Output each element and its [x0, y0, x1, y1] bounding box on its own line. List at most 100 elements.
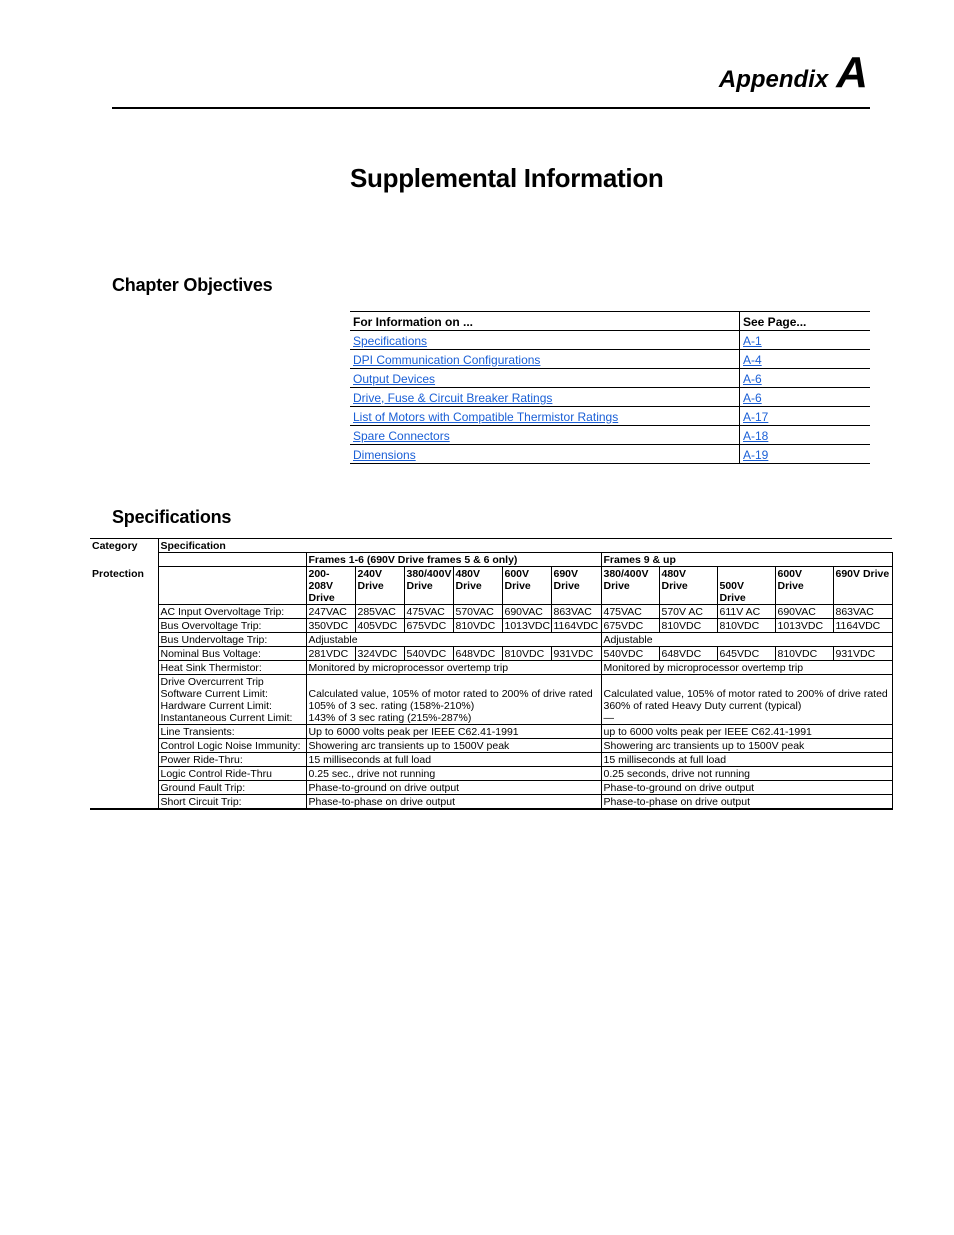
spec-value: 931VDC [832, 646, 893, 661]
objectives-table: For Information on ... See Page... Speci… [350, 311, 870, 464]
spec-label: Ground Fault Trip: [157, 780, 307, 795]
appendix-letter: A [836, 48, 868, 97]
toc-page-link[interactable]: A-18 [743, 429, 768, 443]
table-row: Drive, Fuse & Circuit Breaker Ratings A-6 [350, 387, 870, 407]
spec-value: 611V AC [716, 604, 776, 619]
group-frames-1-6: Frames 1-6 (690V Drive frames 5 & 6 only… [305, 552, 602, 567]
table-row: Power Ride-Thru: 15 milliseconds at full… [90, 752, 893, 767]
toc-link-specifications[interactable]: Specifications [353, 334, 427, 348]
table-row: Ground Fault Trip: Phase-to-ground on dr… [90, 780, 893, 795]
table-row: Bus Overvoltage Trip: 350VDC 405VDC 675V… [90, 618, 893, 633]
spec-value: 281VDC [305, 646, 356, 661]
spec-label: Drive Overcurrent Trip Software Current … [157, 674, 307, 725]
spec-value: 810VDC [658, 618, 718, 633]
spec-value: 645VDC [716, 646, 776, 661]
spec-value: 405VDC [354, 618, 405, 633]
spec-value: Showering arc transients up to 1500V pea… [305, 738, 602, 753]
drive-header: 380/400V Drive [403, 566, 454, 605]
table-row: Line Transients: Up to 6000 volts peak p… [90, 724, 893, 739]
spec-value: Calculated value, 105% of motor rated to… [305, 674, 602, 725]
toc-page-link[interactable]: A-6 [743, 391, 762, 405]
toc-link-dpi-communication[interactable]: DPI Communication Configurations [353, 353, 540, 367]
spec-label: Heat Sink Thermistor: [157, 660, 307, 675]
category-protection: Protection [90, 566, 159, 605]
table-row: List of Motors with Compatible Thermisto… [350, 406, 870, 426]
drive-header-row: Protection 200-208V Drive 240V Drive 380… [90, 566, 893, 605]
toc-link-motors-thermistor[interactable]: List of Motors with Compatible Thermisto… [353, 410, 618, 424]
col-info-header: For Information on ... [350, 311, 740, 331]
spec-label: Line Transients: [157, 724, 307, 739]
spec-label: Control Logic Noise Immunity: [157, 738, 307, 753]
spec-value: 1164VDC [550, 618, 602, 633]
spec-value: 247VAC [305, 604, 356, 619]
table-row: Bus Undervoltage Trip: Adjustable Adjust… [90, 632, 893, 647]
spec-label: AC Input Overvoltage Trip: [157, 604, 307, 619]
spec-value: Phase-to-phase on drive output [305, 794, 602, 810]
spec-label: Nominal Bus Voltage: [157, 646, 307, 661]
col-category-header: Category [90, 538, 159, 553]
spec-value: 648VDC [452, 646, 503, 661]
spec-value: 675VDC [600, 618, 660, 633]
group-frames-9-up: Frames 9 & up [600, 552, 893, 567]
toc-link-output-devices[interactable]: Output Devices [353, 372, 435, 386]
drive-header: 200-208V Drive [305, 566, 356, 605]
drive-header: 600V Drive [774, 566, 834, 605]
toc-page-link[interactable]: A-6 [743, 372, 762, 386]
spec-value: 15 milliseconds at full load [305, 752, 602, 767]
drive-header: 600V Drive [501, 566, 552, 605]
table-row: Dimensions A-19 [350, 444, 870, 464]
col-specification-header: Specification [157, 538, 893, 553]
toc-link-dimensions[interactable]: Dimensions [353, 448, 416, 462]
spec-value: 810VDC [774, 646, 834, 661]
frame-group-row: Frames 1-6 (690V Drive frames 5 & 6 only… [90, 552, 893, 567]
spec-value: 863VAC [832, 604, 893, 619]
spec-value: 285VAC [354, 604, 405, 619]
spec-value: 350VDC [305, 618, 356, 633]
spec-value: Monitored by microprocessor overtemp tri… [600, 660, 893, 675]
header-rule [112, 107, 870, 109]
spec-value: 810VDC [452, 618, 503, 633]
table-row: Heat Sink Thermistor: Monitored by micro… [90, 660, 893, 675]
spec-value: 475VAC [600, 604, 660, 619]
spec-value: 675VDC [403, 618, 454, 633]
toc-page-link[interactable]: A-17 [743, 410, 768, 424]
spec-label: Power Ride-Thru: [157, 752, 307, 767]
drive-header: 380/400V Drive [600, 566, 660, 605]
drive-header: 480V Drive [452, 566, 503, 605]
spec-value: 1013VDC [501, 618, 552, 633]
spec-value: Phase-to-ground on drive output [600, 780, 893, 795]
spec-value: 324VDC [354, 646, 405, 661]
appendix-word: Appendix [718, 66, 829, 93]
spec-value: 931VDC [550, 646, 602, 661]
spec-label: Bus Overvoltage Trip: [157, 618, 307, 633]
specifications-table: Category Specification Frames 1-6 (690V … [90, 538, 893, 810]
table-row: AC Input Overvoltage Trip: 247VAC 285VAC… [90, 604, 893, 619]
spec-label: Short Circuit Trip: [157, 794, 307, 810]
spec-label: Logic Control Ride-Thru [157, 766, 307, 781]
drive-header: 690V Drive [832, 566, 893, 605]
spec-value: 810VDC [501, 646, 552, 661]
chapter-objectives-heading: Chapter Objectives [112, 275, 273, 295]
objectives-header-row: For Information on ... See Page... [350, 311, 870, 331]
toc-page-link[interactable]: A-4 [743, 353, 762, 367]
spec-value: 810VDC [716, 618, 776, 633]
spec-header-row: Category Specification [90, 538, 893, 553]
spec-value: Calculated value, 105% of motor rated to… [600, 674, 893, 725]
appendix-header: Appendix A [719, 48, 868, 98]
toc-link-drive-fuse-ratings[interactable]: Drive, Fuse & Circuit Breaker Ratings [353, 391, 552, 405]
spec-label: Bus Undervoltage Trip: [157, 632, 307, 647]
table-row: Control Logic Noise Immunity: Showering … [90, 738, 893, 753]
drive-header: 690V Drive [550, 566, 602, 605]
spec-value: 1164VDC [832, 618, 893, 633]
col-page-header: See Page... [739, 311, 870, 331]
spec-value: 570VAC [452, 604, 503, 619]
spec-value: Up to 6000 volts peak per IEEE C62.41-19… [305, 724, 602, 739]
toc-link-spare-connectors[interactable]: Spare Connectors [353, 429, 450, 443]
drive-header: 500V Drive [716, 566, 776, 605]
spec-value: 475VAC [403, 604, 454, 619]
page-title: Supplemental Information [350, 163, 664, 193]
spec-value: 648VDC [658, 646, 718, 661]
toc-page-link[interactable]: A-19 [743, 448, 768, 462]
toc-page-link[interactable]: A-1 [743, 334, 762, 348]
drive-header: 480V Drive [658, 566, 718, 605]
